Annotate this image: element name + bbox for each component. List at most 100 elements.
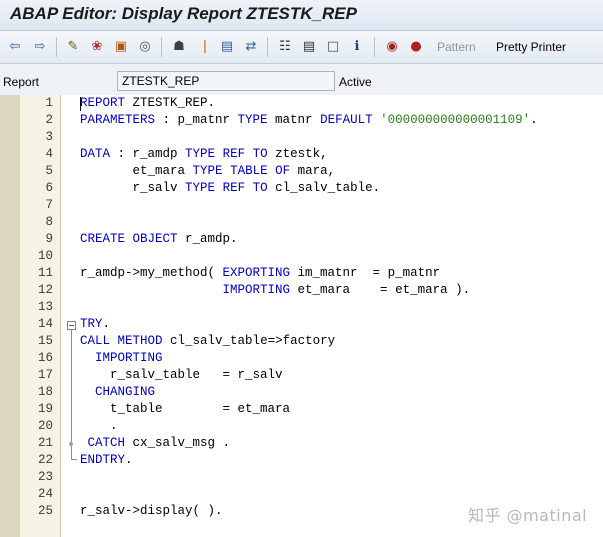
- line-number: 11: [37, 266, 53, 280]
- fold-marker-dot: [69, 442, 73, 446]
- pattern-button[interactable]: Pattern: [437, 40, 476, 54]
- code-line[interactable]: 15 CALL METHOD cl_salv_table=>factory: [0, 333, 603, 350]
- text-cursor: [80, 97, 81, 111]
- code-text: TRY.: [80, 317, 111, 331]
- line-number: 22: [37, 453, 53, 467]
- line-number: 12: [37, 283, 53, 297]
- report-name-field[interactable]: ZTESTK_REP: [117, 71, 335, 91]
- toggle-edit-icon[interactable]: ✎: [64, 37, 82, 55]
- breakpoint-icon[interactable]: ▤: [218, 37, 236, 55]
- code-line[interactable]: 13: [0, 299, 603, 316]
- toolbar-separator: [161, 37, 162, 57]
- object-list-icon[interactable]: ❘: [196, 37, 214, 55]
- line-number: 14: [37, 317, 53, 331]
- code-line[interactable]: 18 CHANGING: [0, 384, 603, 401]
- line-number: 13: [37, 300, 53, 314]
- code-text: r_salv TYPE REF TO cl_salv_table.: [80, 181, 381, 195]
- line-number: 25: [37, 504, 53, 518]
- print-icon[interactable]: ▤: [300, 37, 318, 55]
- line-number: 9: [45, 232, 53, 246]
- code-line[interactable]: 6 r_salv TYPE REF TO cl_salv_table.: [0, 180, 603, 197]
- application-toolbar: ⇦ ⇨ ✎ ❀ ▣ ◎ ☗ ❘ ▤ ⇄ ☷ ▤ □ ℹ ◉ ● Pattern …: [0, 31, 603, 64]
- code-line[interactable]: 16 IMPORTING: [0, 350, 603, 367]
- activate-icon[interactable]: ❀: [88, 37, 106, 55]
- code-line[interactable]: 10: [0, 248, 603, 265]
- line-number: 15: [37, 334, 53, 348]
- code-line[interactable]: 23: [0, 469, 603, 486]
- line-number: 17: [37, 368, 53, 382]
- line-number: 1: [45, 96, 53, 110]
- code-line[interactable]: 22 ENDTRY.: [0, 452, 603, 469]
- code-line[interactable]: 14 TRY.: [0, 316, 603, 333]
- window-title: ABAP Editor: Display Report ZTESTK_REP: [10, 4, 357, 23]
- where-used-icon[interactable]: ☗: [170, 37, 188, 55]
- code-line[interactable]: 11 r_amdp->my_method( EXPORTING im_matnr …: [0, 265, 603, 282]
- code-line[interactable]: 21 CATCH cx_salv_msg .: [0, 435, 603, 452]
- back-arrow-icon[interactable]: ⇦: [6, 37, 24, 55]
- code-text: CATCH cx_salv_msg .: [87, 436, 231, 450]
- info-icon[interactable]: ℹ: [348, 37, 366, 55]
- block-icon[interactable]: □: [324, 37, 342, 55]
- line-number: 10: [37, 249, 53, 263]
- code-line[interactable]: 3: [0, 129, 603, 146]
- pretty-printer-button[interactable]: Pretty Printer: [496, 40, 566, 54]
- code-text: CALL METHOD cl_salv_table=>factory: [80, 334, 336, 348]
- check-icon[interactable]: ▣: [112, 37, 130, 55]
- code-text: r_amdp->my_method( EXPORTING im_matnr = …: [80, 266, 441, 280]
- code-line[interactable]: 7: [0, 197, 603, 214]
- code-text: .: [80, 419, 118, 433]
- code-line[interactable]: 8: [0, 214, 603, 231]
- line-number: 6: [45, 181, 53, 195]
- line-number: 16: [37, 351, 53, 365]
- code-editor[interactable]: 1 REPORT ZTESTK_REP. 2 PARAMETERS : p_matnr…: [0, 95, 603, 537]
- toolbar-separator: [56, 37, 57, 57]
- line-number: 2: [45, 113, 53, 127]
- report-label: Report: [3, 75, 40, 89]
- line-number: 23: [37, 470, 53, 484]
- fold-guide-line: [71, 330, 72, 459]
- code-line[interactable]: 4 DATA : r_amdp TYPE REF TO ztestk,: [0, 146, 603, 163]
- toolbar-separator: [374, 37, 375, 57]
- stop-icon[interactable]: ◉: [383, 37, 401, 55]
- line-number: 7: [45, 198, 53, 212]
- status-text: Active: [339, 75, 372, 89]
- line-number: 18: [37, 385, 53, 399]
- test-icon[interactable]: ◎: [136, 37, 154, 55]
- code-line[interactable]: 19 t_table = et_mara: [0, 401, 603, 418]
- find-icon[interactable]: ●: [407, 37, 425, 55]
- forward-arrow-icon[interactable]: ⇨: [31, 37, 49, 55]
- fold-toggle-icon[interactable]: −: [67, 321, 76, 330]
- title-bar: ABAP Editor: Display Report ZTESTK_REP: [0, 0, 603, 31]
- code-text: REPORT ZTESTK_REP.: [80, 96, 216, 110]
- toolbar-separator: [267, 37, 268, 57]
- code-line[interactable]: 12 IMPORTING et_mara = et_mara ).: [0, 282, 603, 299]
- line-number: 4: [45, 147, 53, 161]
- line-number: 19: [37, 402, 53, 416]
- code-line[interactable]: 20 .: [0, 418, 603, 435]
- fold-guide-end: [71, 459, 77, 460]
- display-object-icon[interactable]: ⇄: [242, 37, 260, 55]
- code-line[interactable]: 17 r_salv_table = r_salv: [0, 367, 603, 384]
- code-text: r_salv_table = r_salv: [80, 368, 283, 382]
- report-field-bar: Report ZTESTK_REP Active: [0, 64, 603, 99]
- watermark: 知乎 @matinal: [468, 506, 588, 525]
- line-number: 21: [37, 436, 53, 450]
- code-text: r_salv->display( ).: [80, 504, 223, 518]
- code-line[interactable]: 2 PARAMETERS : p_matnr TYPE matnr DEFAULT…: [0, 112, 603, 129]
- code-text: t_table = et_mara: [80, 402, 291, 416]
- hierarchy-icon[interactable]: ☷: [276, 37, 294, 55]
- code-text: et_mara TYPE TABLE OF mara,: [80, 164, 336, 178]
- line-number: 20: [37, 419, 53, 433]
- code-line[interactable]: 9 CREATE OBJECT r_amdp.: [0, 231, 603, 248]
- code-text: PARAMETERS : p_matnr TYPE matnr DEFAULT …: [80, 113, 538, 127]
- line-number: 24: [37, 487, 53, 501]
- code-text: CREATE OBJECT r_amdp.: [80, 232, 238, 246]
- code-line[interactable]: 24: [0, 486, 603, 503]
- code-text: DATA : r_amdp TYPE REF TO ztestk,: [80, 147, 328, 161]
- code-line[interactable]: 1 REPORT ZTESTK_REP.: [0, 95, 603, 112]
- code-text: IMPORTING et_mara = et_mara ).: [222, 283, 471, 297]
- code-text: IMPORTING: [95, 351, 163, 365]
- code-text: CHANGING: [95, 385, 156, 399]
- code-line[interactable]: 5 et_mara TYPE TABLE OF mara,: [0, 163, 603, 180]
- line-number: 5: [45, 164, 53, 178]
